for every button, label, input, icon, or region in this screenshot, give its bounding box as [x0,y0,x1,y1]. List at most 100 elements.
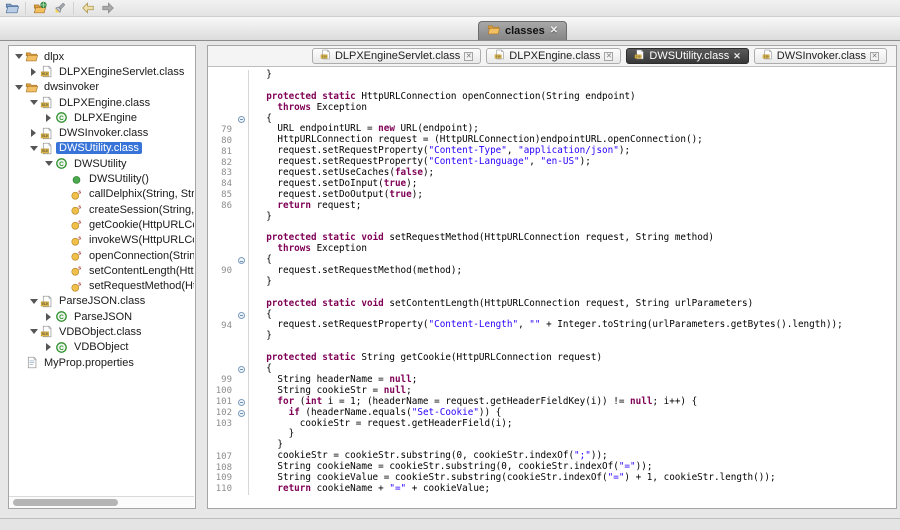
close-icon[interactable]: ✕ [550,26,558,36]
svg-text:s: s [78,251,81,257]
constructor-icon [69,172,83,186]
tree-item-label: openConnection(String [86,250,194,262]
disclosure-closed-icon[interactable] [43,313,54,321]
workspace-tab-classes[interactable]: classes ✕ [478,21,567,40]
fold-column [235,419,249,430]
collapse-icon[interactable] [238,399,245,406]
fold-column [235,157,249,168]
sidebar-item-dlpxengine[interactable]: CDLPXEngine [9,110,194,125]
line-number: 82 [208,158,235,168]
svg-text:010: 010 [42,103,48,107]
disclosure-closed-icon[interactable] [28,129,39,137]
close-icon[interactable]: ✕ [464,52,473,61]
source-editor-panel: 010DLPXEngineServlet.class✕ 010DLPXEngine… [207,45,897,509]
sidebar-item-dlpxengine-class[interactable]: 010 DLPXEngine.class [9,95,194,110]
forward-button[interactable] [100,1,115,16]
sidebar-item-dwsutility-class[interactable]: 010DWSUtility.class [9,141,194,156]
sidebar-item-dwsinvoker[interactable]: dwsinvoker [9,80,194,95]
code-line: 90 request.setRequestMethod(method); [208,266,896,277]
fold-column [235,146,249,157]
collapse-icon[interactable] [238,312,245,319]
fold-toggle[interactable] [235,364,249,375]
disclosure-closed-icon[interactable] [43,343,54,351]
class-tree-panel: dlpx010DLPXEngineServlet.classdwsinvoker… [8,45,196,509]
tree-item-label: getCookie(HttpURLCon [86,219,194,231]
collapse-icon[interactable] [238,410,245,417]
editor-tabs: 010DLPXEngineServlet.class✕ 010DLPXEngine… [312,48,887,64]
scrollbar-thumb[interactable] [13,499,118,506]
code-text: } [249,331,272,342]
classfile-icon: 010 [39,325,53,339]
disclosure-open-icon[interactable] [28,100,39,105]
svg-text:010: 010 [496,55,501,59]
sidebar-item-parsejson[interactable]: CParseJSON [9,309,194,324]
disclosure-open-icon[interactable] [13,85,24,90]
fold-toggle[interactable] [235,397,249,408]
line-number: 100 [208,386,235,396]
classfile-icon: 010 [320,49,331,63]
fold-toggle[interactable] [235,310,249,321]
close-icon[interactable]: ✕ [604,52,613,61]
sidebar-item-dwsinvoker-class[interactable]: 010DWSInvoker.class [9,125,194,140]
sidebar-item-calldelphix-string-strin[interactable]: scallDelphix(String, Strin [9,187,194,202]
sidebar-item-invokews-httpurlconn[interactable]: sinvokeWS(HttpURLConn [9,233,194,248]
close-icon[interactable]: ✕ [870,52,879,61]
tree-item-label: DLPXEngine.class [56,97,153,109]
collapse-icon[interactable] [238,257,245,264]
svg-text:C: C [59,345,64,352]
fold-toggle[interactable] [235,114,249,125]
sidebar-item-dwsutility[interactable]: DWSUtility() [9,171,194,186]
code-area[interactable]: } protected static HttpURLConnection ope… [208,67,896,508]
tree-horizontal-scrollbar[interactable] [9,496,194,508]
method-icon: s [69,249,83,263]
code-text: return cookieName + "=" + cookieValue; [249,484,490,495]
editor-tab-dlpxengine-class[interactable]: 010DLPXEngine.class✕ [486,48,621,64]
status-bar [0,518,900,530]
fold-column [235,222,249,233]
code-text: protected static String getCookie(HttpUR… [249,353,602,364]
disclosure-closed-icon[interactable] [43,114,54,122]
disclosure-open-icon[interactable] [13,54,24,59]
fold-toggle[interactable] [235,408,249,419]
close-icon[interactable]: ✕ [733,52,741,61]
sidebar-item-vdbobject-class[interactable]: 010VDBObject.class [9,324,194,339]
open-file-button[interactable] [4,1,19,16]
disclosure-open-icon[interactable] [28,146,39,151]
tree-item-label: DWSInvoker.class [56,127,151,139]
code-line: 86 return request; [208,201,896,212]
fold-column [235,440,249,451]
disclosure-open-icon[interactable] [28,299,39,304]
sidebar-item-openconnection-string[interactable]: s openConnection(String [9,248,194,263]
sidebar-item-parsejson-class[interactable]: 010ParseJSON.class [9,294,194,309]
sidebar-item-myprop-properties[interactable]: MyProp.properties [9,355,194,370]
disclosure-open-icon[interactable] [43,161,54,166]
line-number: 101 [208,397,235,407]
editor-tab-dwsinvoker-class[interactable]: 010DWSInvoker.class✕ [754,48,887,64]
code-line: } [208,70,896,81]
search-button[interactable] [52,1,67,16]
sidebar-item-dlpx[interactable]: dlpx [9,49,194,64]
collapse-icon[interactable] [238,366,245,373]
sidebar-item-vdbobject[interactable]: C VDBObject [9,340,194,355]
editor-tab-dlpxengineservlet-class[interactable]: 010DLPXEngineServlet.class✕ [312,48,481,64]
open-type-button[interactable] [32,1,47,16]
sidebar-item-setcontentlength-http[interactable]: ssetContentLength(Http [9,263,194,278]
editor-tab-dwsutility-class[interactable]: 010DWSUtility.class✕ [626,48,748,64]
tree-item-label: setContentLength(Http [86,265,194,277]
collapse-icon[interactable] [238,116,245,123]
sidebar-item-setrequestmethod-http[interactable]: ssetRequestMethod(Http [9,278,194,293]
svg-text:s: s [78,205,81,211]
back-button[interactable] [80,1,95,16]
tree-item-label: VDBObject [71,341,131,353]
sidebar-item-dlpxengineservlet-class[interactable]: 010DLPXEngineServlet.class [9,64,194,79]
fold-toggle[interactable] [235,255,249,266]
line-number: 85 [208,190,235,200]
line-number: 84 [208,179,235,189]
sidebar-item-createsession-string-st[interactable]: screateSession(String, St [9,202,194,217]
line-number: 103 [208,419,235,429]
disclosure-closed-icon[interactable] [28,68,39,76]
disclosure-open-icon[interactable] [28,329,39,334]
svg-text:010: 010 [42,73,48,77]
sidebar-item-getcookie-httpurlcon[interactable]: sgetCookie(HttpURLCon [9,217,194,232]
sidebar-item-dwsutility[interactable]: CDWSUtility [9,156,194,171]
